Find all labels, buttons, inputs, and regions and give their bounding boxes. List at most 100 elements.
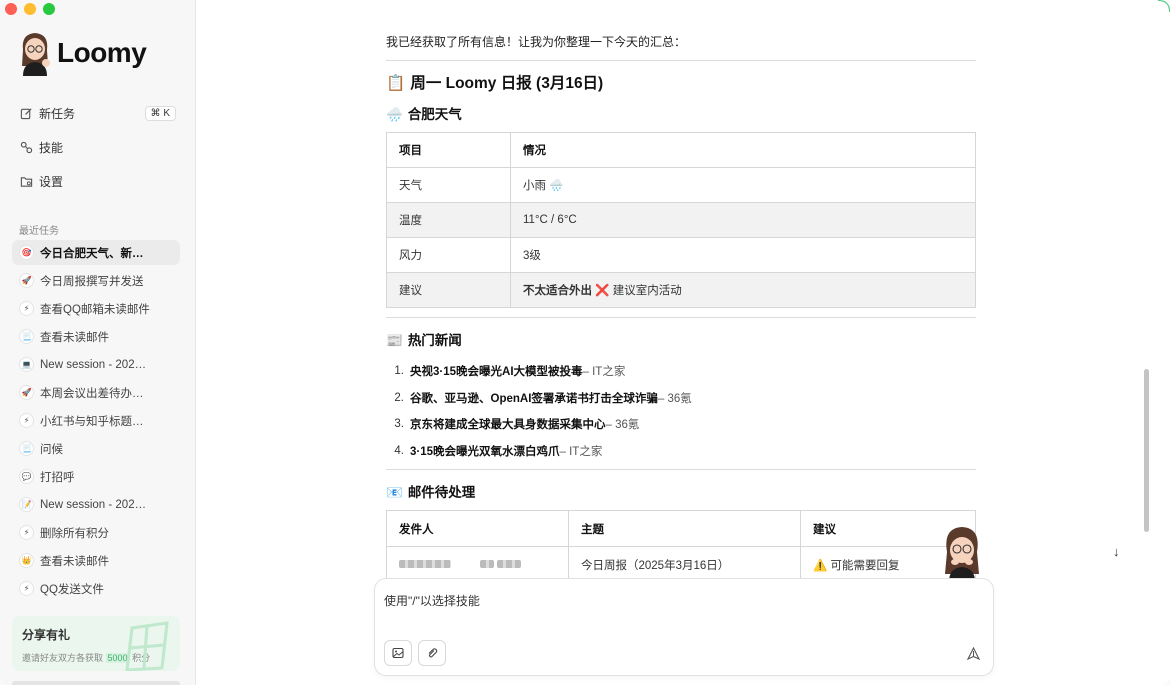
list-item: 2. 谷歌、亚马逊、OpenAI签署承诺书打击全球诈骗 – 36氪 xyxy=(386,385,692,412)
window-controls xyxy=(5,3,55,15)
table-cell: 不太适合外出 ❌ 建议室内活动 xyxy=(510,272,976,308)
scrollbar-thumb[interactable] xyxy=(1144,369,1149,532)
main-nav: 新任务 ⌘ K 技能 设置 xyxy=(12,100,182,202)
share-desc-prefix: 邀请好友双方各获取 xyxy=(22,653,104,663)
scroll-down-icon[interactable]: ↓ xyxy=(1113,544,1120,559)
zoom-window-button[interactable] xyxy=(43,3,55,15)
recent-task-item[interactable]: ⚡ QQ发送文件 xyxy=(12,576,180,601)
chat-main: 我已经获取了所有信息！让我为你整理一下今天的汇总： 📋 周一 Loomy 日报 (… xyxy=(196,0,1170,685)
assistant-avatar-icon[interactable] xyxy=(941,522,983,582)
table-row: 天气 小雨 🌧️ xyxy=(386,167,976,203)
recent-task-item[interactable]: 💬 打招呼 xyxy=(12,464,180,489)
news-heading-text: 热门新闻 xyxy=(407,333,462,348)
recent-task-item[interactable]: ⚡ 删除所有积分 xyxy=(12,520,180,545)
recent-task-label: 打招呼 xyxy=(40,471,75,484)
brand-name: Loomy xyxy=(57,37,147,68)
recent-tasks-label: 最近任务 xyxy=(19,226,59,237)
news-source: – 36氪 xyxy=(605,419,640,432)
rain-cloud-icon: 🌧️ xyxy=(386,107,403,122)
task-emoji-icon: 💻 xyxy=(19,357,34,372)
settings-folder-icon xyxy=(19,174,33,188)
mail-icon: 📧 xyxy=(386,485,403,500)
table-header: 项目 xyxy=(386,132,511,168)
recent-task-label: 问候 xyxy=(40,443,63,456)
skills-icon xyxy=(19,140,33,154)
list-item: 3. 京东将建成全球最大具身数据采集中心 – 36氪 xyxy=(386,411,692,438)
divider xyxy=(386,317,976,318)
task-emoji-icon: 👑 xyxy=(19,553,34,568)
recent-task-item[interactable]: 🚀 本周会议出差待办… xyxy=(12,380,180,405)
table-header-row: 项目 情况 xyxy=(386,132,976,168)
advice-rest: 建议室内活动 xyxy=(609,285,682,297)
table-row: 建议 不太适合外出 ❌ 建议室内活动 xyxy=(386,272,976,308)
gift-decoration-icon xyxy=(125,621,169,671)
recent-task-label: 今日合肥天气、新… xyxy=(40,247,144,260)
report-title-text: 周一 Loomy 日报 (3月16日) xyxy=(410,75,604,92)
task-emoji-icon: 💬 xyxy=(19,469,34,484)
recent-task-label: 查看QQ邮箱未读邮件 xyxy=(40,303,150,316)
recent-task-item[interactable]: 👑 查看未读邮件 xyxy=(12,548,180,573)
advice-bold: 不太适合外出 xyxy=(523,285,592,297)
close-window-button[interactable] xyxy=(5,3,17,15)
recent-task-item[interactable]: ⚡ 小红书与知乎标题… xyxy=(12,408,180,433)
news-source: – 36氪 xyxy=(657,392,692,405)
nav-settings[interactable]: 设置 xyxy=(12,168,182,194)
recent-task-label: 删除所有积分 xyxy=(40,527,109,540)
clipboard-icon: 📋 xyxy=(386,75,406,92)
recent-task-item[interactable]: ⚡ 查看QQ邮箱未读邮件 xyxy=(12,296,180,321)
table-cell: 温度 xyxy=(386,202,511,238)
list-item: 1. 央视3·15晚会曝光AI大模型被投毒 – IT之家 xyxy=(386,358,692,385)
recent-task-item[interactable]: 💻 New session - 202… xyxy=(12,352,180,377)
nav-new-task[interactable]: 新任务 ⌘ K xyxy=(12,100,182,126)
nav-skills[interactable]: 技能 xyxy=(12,134,182,160)
task-emoji-icon: 🚀 xyxy=(19,273,34,288)
send-icon xyxy=(966,646,980,660)
composer-input[interactable]: 使用"/"以选择技能 xyxy=(384,592,480,609)
avatar-logo-icon xyxy=(22,33,50,76)
table-row: 温度 11°C / 6°C xyxy=(386,202,976,238)
nav-label: 设置 xyxy=(39,174,64,189)
news-heading: 📰 热门新闻 xyxy=(386,329,462,349)
recent-task-item[interactable]: 📝 New session - 202… xyxy=(12,492,180,517)
task-emoji-icon: ⚡ xyxy=(19,581,34,596)
mail-heading: 📧 邮件待处理 xyxy=(386,481,475,501)
task-emoji-icon: ⚡ xyxy=(19,525,34,540)
table-row: 风力 3级 xyxy=(386,237,976,273)
weather-table: 项目 情况 天气 小雨 🌧️ 温度 11°C / 6°C 风力 3级 建议 不太… xyxy=(386,132,976,308)
share-card[interactable]: 分享有礼 邀请好友双方各获取 5000 积分 xyxy=(12,616,180,671)
attach-file-button[interactable] xyxy=(418,640,446,666)
task-emoji-icon: ⚡ xyxy=(19,413,34,428)
recent-task-label: 查看未读邮件 xyxy=(40,331,109,344)
recent-task-label: 本周会议出差待办… xyxy=(40,387,144,400)
nav-label: 新任务 xyxy=(39,106,76,121)
table-header: 情况 xyxy=(510,132,976,168)
recent-task-label: 小红书与知乎标题… xyxy=(40,415,144,428)
minimize-window-button[interactable] xyxy=(24,3,36,15)
edit-icon xyxy=(19,106,33,120)
recent-task-label: New session - 202… xyxy=(40,498,147,511)
task-emoji-icon: 📃 xyxy=(19,441,34,456)
send-button[interactable] xyxy=(965,645,981,661)
composer[interactable]: 使用"/"以选择技能 xyxy=(374,578,994,676)
recent-task-item[interactable]: 🎯 今日合肥天气、新… xyxy=(12,240,180,265)
recent-task-item[interactable]: 🚀 今日周报撰写并发送 xyxy=(12,268,180,293)
task-emoji-icon: 📃 xyxy=(19,329,34,344)
redaction-bar xyxy=(480,560,495,569)
list-item: 4. 3·15晚会曝光双氧水漂白鸡爪 – IT之家 xyxy=(386,438,692,465)
image-upload-button[interactable] xyxy=(384,640,412,666)
divider xyxy=(386,60,976,61)
redaction-bar xyxy=(497,560,522,569)
advice-text: 可能需要回复 xyxy=(830,559,900,572)
sidebar-footer-edge xyxy=(12,681,180,685)
intro-text: 我已经获取了所有信息！让我为你整理一下今天的汇总： xyxy=(386,35,687,49)
task-emoji-icon: ⚡ xyxy=(19,301,34,316)
brand: Loomy xyxy=(17,30,147,76)
recent-task-label: 今日周报撰写并发送 xyxy=(40,275,144,288)
recent-task-item[interactable]: 📃 查看未读邮件 xyxy=(12,324,180,349)
task-emoji-icon: 🚀 xyxy=(19,385,34,400)
recent-task-label: New session - 202… xyxy=(40,358,147,371)
recent-task-item[interactable]: 📃 问候 xyxy=(12,436,180,461)
table-cell: 3级 xyxy=(510,237,976,273)
weather-heading: 🌧️ 合肥天气 xyxy=(386,103,462,123)
task-emoji-icon: 🎯 xyxy=(19,245,34,260)
